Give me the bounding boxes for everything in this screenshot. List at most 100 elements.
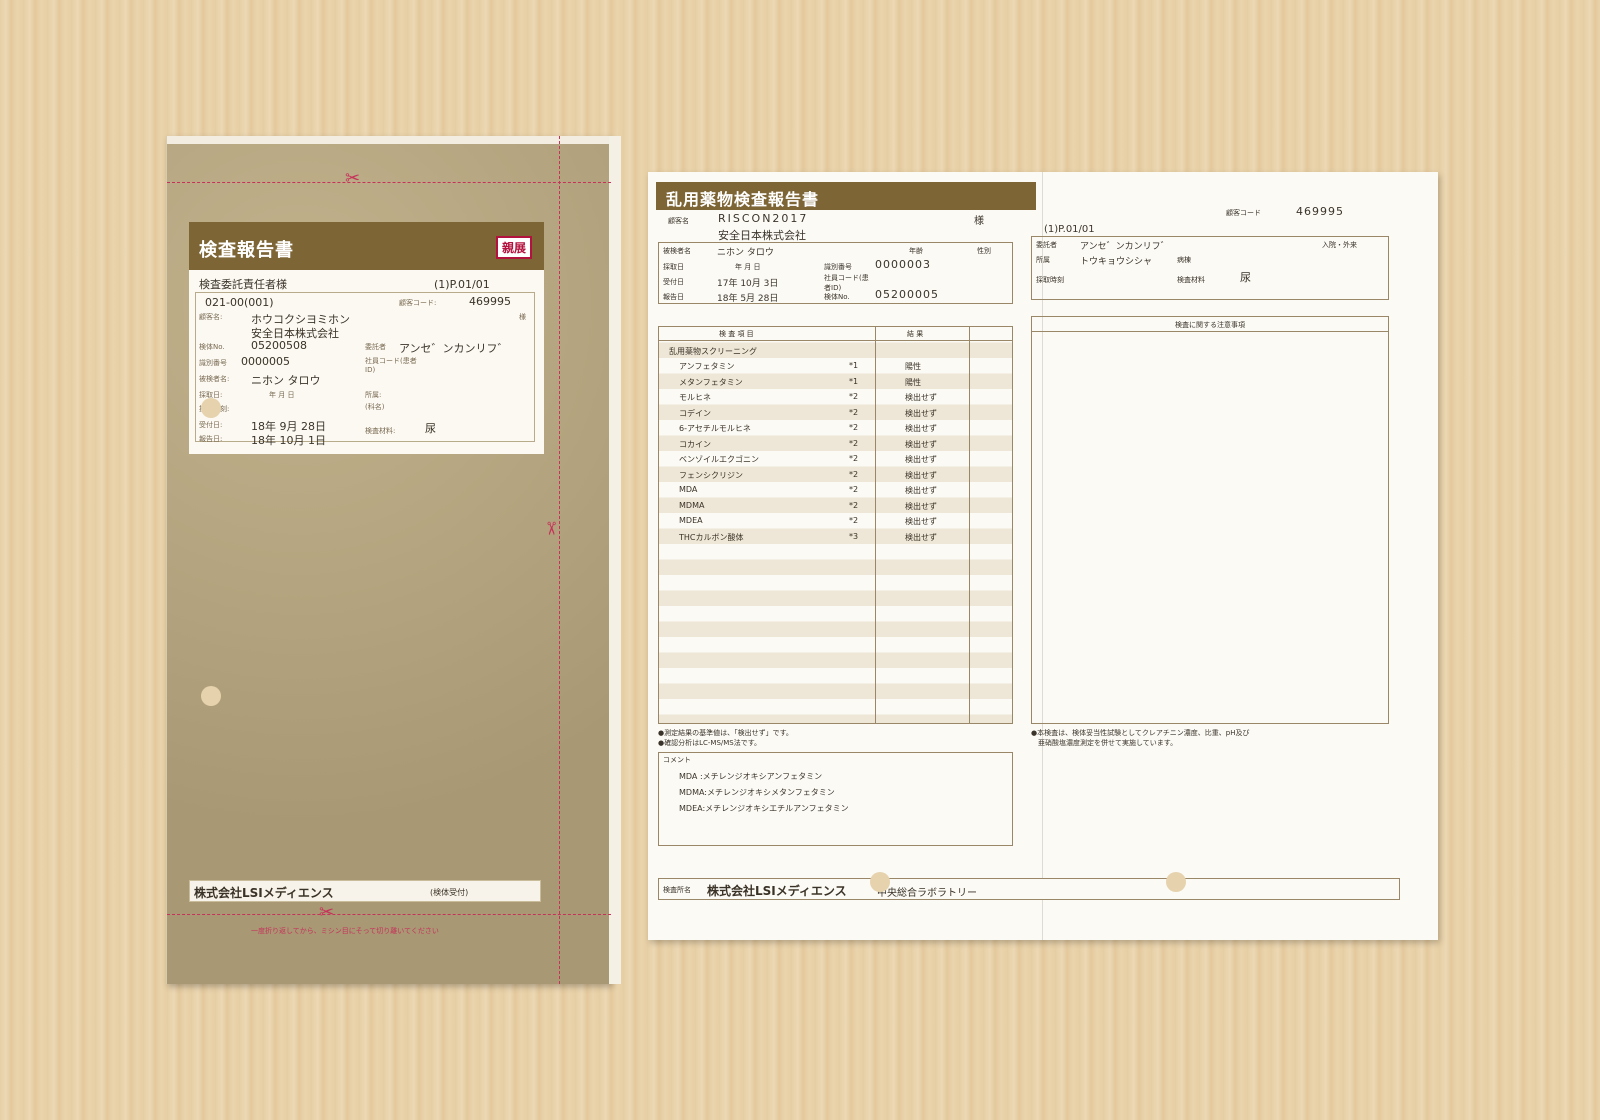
id-number: 0000003 — [875, 258, 931, 271]
table-row: コデイン *2 検出せず — [659, 405, 1012, 420]
comment-box: コメント MDA :メチレンジオキシアンフェタミン MDMA:メチレンジオキシメ… — [658, 752, 1013, 846]
result-value: 検出せず — [905, 470, 937, 480]
lab-name: 中央総合ラボラトリー — [877, 888, 977, 899]
subject-label: 被検者名: — [199, 375, 230, 383]
result-item: メタンフェタミン — [679, 377, 743, 387]
material-label: 検査材料: — [365, 427, 396, 435]
specimen-no: 05200508 — [251, 339, 307, 352]
table-row: メタンフェタミン *1 陽性 — [659, 374, 1012, 389]
result-mark: *2 — [849, 454, 859, 463]
time-label: 採取時刻 — [1036, 276, 1064, 284]
note-1: ●測定結果の基準値は、「検出せず」です。 — [658, 729, 793, 737]
caution-divider — [1032, 331, 1388, 332]
inout-label: 入院・外来 — [1322, 241, 1357, 249]
dept-sub: (科名) — [365, 403, 385, 411]
table-row: コカイン *2 検出せず — [659, 436, 1012, 451]
result-mark: *2 — [849, 438, 859, 448]
result-value: 検出せず — [905, 424, 937, 433]
specimen-number: 05200005 — [875, 288, 939, 301]
result-value: 検出せず — [905, 408, 937, 418]
result-mark: *2 — [849, 485, 859, 494]
collected-date: 年 月 日 — [269, 391, 295, 399]
dept-label: 所属: — [365, 391, 382, 399]
sama-label: 様 — [974, 216, 984, 227]
page-number: (1)P.01/01 — [434, 278, 490, 291]
result-value: 検出せず — [905, 393, 937, 402]
customer-label: 顧客名 — [668, 217, 689, 225]
id-label: 識別番号 — [824, 263, 852, 271]
table-row: ベンゾイルエクゴニン *2 検出せず — [659, 451, 1012, 466]
table-row: MDA *2 検出せず — [659, 482, 1012, 497]
report-sheet: 乱用薬物検査報告書 顧客名 RISCON2017 安全日本株式会社 様 被検者名… — [648, 172, 1438, 940]
envelope-top-edge — [167, 136, 611, 144]
reported-date: 18年 10月 1日 — [251, 434, 326, 447]
caution-label: 検査に関する注意事項 — [1175, 321, 1245, 329]
result-mark: *2 — [849, 516, 859, 525]
confidential-badge: 親展 — [495, 236, 532, 259]
caution-box: 検査に関する注意事項 — [1031, 316, 1389, 724]
envelope-footer-note: (検体受付) — [430, 888, 469, 897]
consignor-label: 委託者 — [365, 343, 386, 351]
result-item: アンフェタミン — [679, 362, 735, 371]
table-row: 6-アセチルモルヒネ *2 検出せず — [659, 420, 1012, 435]
subject-label: 被検者名 — [663, 247, 691, 255]
consignor-label: 委託者 — [1036, 241, 1057, 249]
scissors-icon: ✂ — [319, 902, 335, 923]
result-value: 検出せず — [905, 455, 937, 464]
result-value: 検出せず — [905, 517, 937, 526]
note-2: ●確認分析はLC-MS/MS法です。 — [658, 739, 762, 747]
received-label: 受付日 — [663, 278, 684, 286]
reported-date: 18年 5月 28日 — [717, 294, 779, 304]
report-envelope: ✂ ✂ ✂ 検査報告書 親展 検査委託責任者様 (1)P.01/01 021-0… — [166, 136, 621, 984]
table-header: 検 査 項 目 結 果 — [659, 327, 1012, 341]
perforation-right — [559, 136, 560, 984]
table-row: アンフェタミン *1 陽性 — [659, 358, 1012, 373]
received-date: 17年 10月 3日 — [717, 279, 779, 289]
punch-hole — [870, 872, 890, 892]
result-mark: *2 — [849, 407, 859, 417]
result-value: 検出せず — [905, 486, 937, 495]
sama-label: 様 — [519, 313, 526, 321]
lab-label: 検査所名 — [663, 886, 691, 894]
scissors-icon: ✂ — [345, 168, 361, 189]
customer-label: 顧客名: — [199, 313, 223, 321]
recipient-label: 検査委託責任者様 — [199, 278, 287, 291]
result-item: ベンゾイルエクゴニン — [679, 455, 759, 464]
customer-code: 469995 — [469, 295, 511, 308]
material-value: 尿 — [1240, 271, 1251, 284]
results-table: 検 査 項 目 結 果 乱用薬物スクリーニング アンフェタミン *1 陽性 メタンフェ… — [658, 326, 1013, 724]
material-value: 尿 — [425, 422, 436, 435]
section-title: 乱用薬物スクリーニング — [669, 347, 757, 356]
employee-code-label: 社員コード(患者ID) — [365, 357, 417, 374]
punch-hole — [1166, 872, 1186, 892]
specimen-label: 検体No. — [824, 293, 850, 301]
consignor-name: アンセ゛ンカンリフ゛ — [1080, 242, 1170, 252]
result-mark: *2 — [849, 392, 859, 401]
punch-hole — [201, 398, 221, 418]
result-item: THCカルボン酸体 — [679, 532, 744, 542]
right-code-label: 顧客コード — [1226, 209, 1261, 217]
result-value: 陽性 — [905, 377, 921, 387]
report-title: 乱用薬物検査報告書 — [656, 182, 1036, 210]
perforation-top — [167, 182, 611, 183]
id-no: 0000005 — [241, 355, 290, 368]
result-mark: *1 — [849, 361, 859, 370]
comment-line-1: MDA :メチレンジオキシアンフェタミン — [679, 772, 823, 781]
result-mark: *1 — [849, 376, 859, 386]
lab-footer: 検査所名 株式会社LSIメディエンス 中央総合ラボラトリー — [658, 878, 1400, 900]
envelope-title: 検査報告書 — [189, 222, 544, 270]
table-row: モルヒネ *2 検出せず — [659, 389, 1012, 404]
dept-name: トウキョウシシャ — [1080, 257, 1153, 267]
envelope-instruction: 一度折り返してから、ミシン目にそって切り離いてください — [251, 927, 439, 935]
customer-code-name: RISCON2017 — [718, 212, 809, 225]
comment-line-3: MDEA:メチレンジオキシエチルアンフェタミン — [679, 804, 849, 813]
right-note-1: ●本検査は、検体妥当性試験としてクレアチニン濃度、比重、pH及び — [1031, 729, 1250, 737]
scissors-icon: ✂ — [540, 520, 562, 537]
result-item: MDEA — [679, 516, 703, 525]
subject-name: ニホン タロウ — [717, 248, 774, 258]
result-item: MDMA — [679, 500, 705, 510]
reported-label: 報告日: — [199, 435, 223, 443]
customer-code-label: 顧客コード: — [399, 299, 437, 307]
result-item: コカイン — [679, 439, 711, 449]
collected-date: 年 月 日 — [735, 263, 761, 271]
